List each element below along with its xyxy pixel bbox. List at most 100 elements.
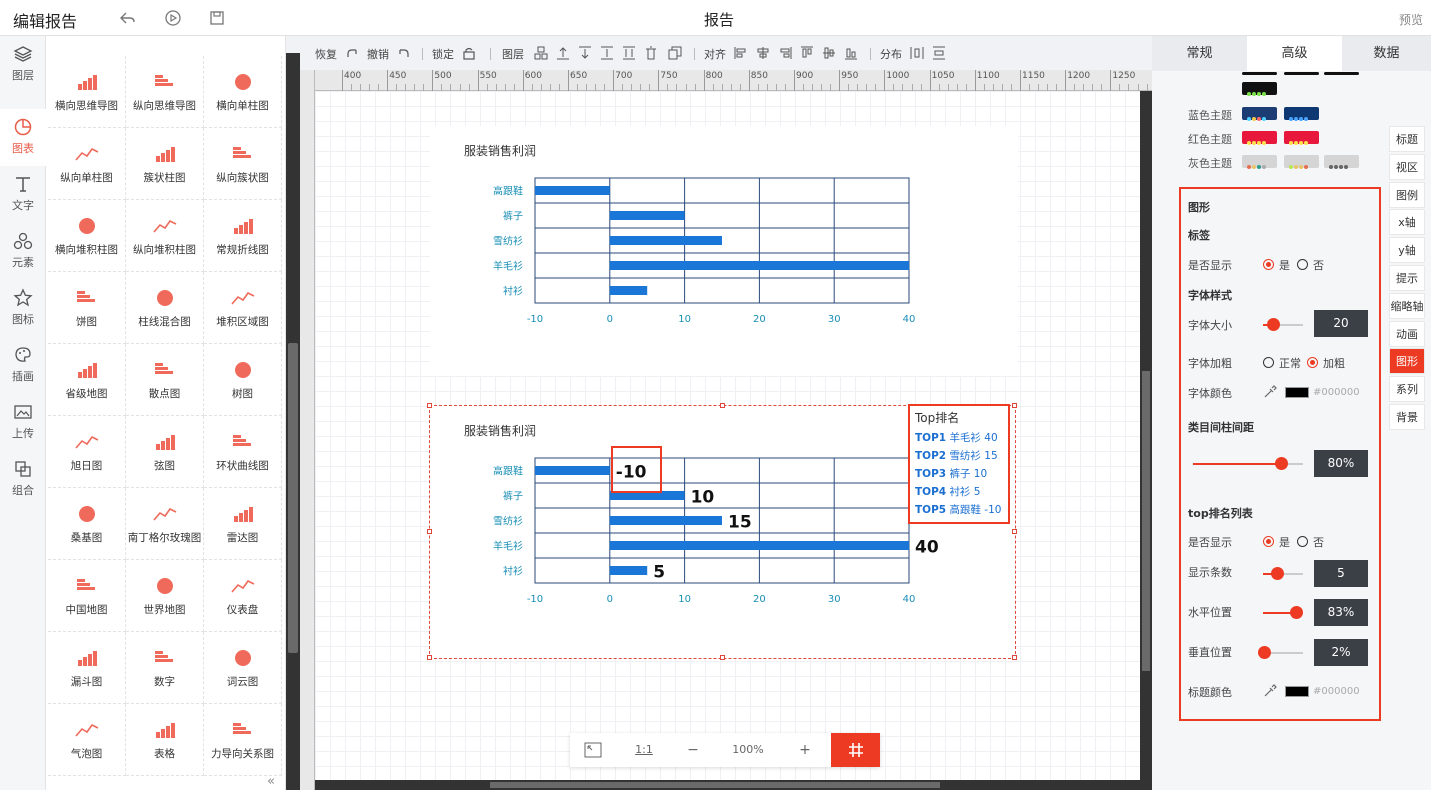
toplist-show-yes-radio[interactable]	[1263, 536, 1274, 547]
tab-general[interactable]: 常规	[1152, 36, 1247, 71]
gallery-item[interactable]: 柱线混合图	[126, 272, 204, 344]
font-size-value[interactable]: 20	[1314, 310, 1368, 337]
side-tab[interactable]: 视区	[1389, 153, 1425, 180]
collapse-icon[interactable]: «	[267, 774, 281, 789]
nav-upload[interactable]: 上传	[0, 394, 46, 451]
resize-handle[interactable]	[427, 529, 432, 534]
gallery-item[interactable]: 仪表盘	[204, 560, 282, 632]
preview-button[interactable]: 预览	[1399, 11, 1423, 28]
h-pos-value[interactable]: 83%	[1314, 599, 1368, 626]
nav-layers[interactable]: 图层	[0, 36, 46, 93]
align-button[interactable]: 对齐	[704, 46, 726, 62]
side-tab[interactable]: 图形	[1389, 348, 1425, 375]
distribute-v-icon[interactable]	[932, 46, 946, 60]
gallery-item[interactable]: 力导向关系图	[204, 704, 282, 776]
show-label-yes-radio[interactable]	[1263, 259, 1274, 270]
redo-icon[interactable]	[345, 46, 359, 60]
save-icon[interactable]	[208, 9, 226, 27]
gallery-item[interactable]: 旭日图	[48, 416, 126, 488]
gallery-scrollbar[interactable]	[286, 53, 300, 790]
h-pos-slider-knob[interactable]	[1290, 606, 1304, 619]
side-tab[interactable]: y轴	[1389, 237, 1425, 264]
theme-swatch-red[interactable]	[1242, 131, 1277, 145]
side-tab[interactable]: 标题	[1389, 126, 1425, 152]
distribute-button[interactable]: 分布	[880, 46, 902, 62]
align-bottom-edge-icon[interactable]	[844, 46, 858, 60]
gallery-item[interactable]: 词云图	[204, 632, 282, 704]
nav-icons[interactable]: 图标	[0, 280, 46, 337]
title-color-swatch[interactable]	[1285, 686, 1309, 697]
eyedropper-icon[interactable]	[1263, 684, 1277, 698]
gallery-item[interactable]: 漏斗图	[48, 632, 126, 704]
resize-handle[interactable]	[1012, 655, 1017, 660]
gallery-item[interactable]: 横向思维导图	[48, 56, 126, 128]
resize-handle[interactable]	[427, 403, 432, 408]
font-bold-radio[interactable]	[1307, 357, 1318, 368]
canvas-vscrollbar[interactable]	[1140, 91, 1152, 790]
theme-swatch-blue[interactable]	[1242, 107, 1277, 121]
theme-swatch-gray[interactable]	[1324, 155, 1359, 169]
side-tab[interactable]: 背景	[1389, 404, 1425, 430]
gallery-item[interactable]: 中国地图	[48, 560, 126, 632]
delete-icon[interactable]	[644, 46, 658, 60]
nav-charts[interactable]: 图表	[0, 109, 46, 166]
resize-handle[interactable]	[1012, 529, 1017, 534]
gallery-item[interactable]: 表格	[126, 704, 204, 776]
resize-handle[interactable]	[720, 655, 725, 660]
gallery-item[interactable]: 树图	[204, 344, 282, 416]
gallery-item[interactable]: 省级地图	[48, 344, 126, 416]
gallery-item[interactable]: 世界地图	[126, 560, 204, 632]
theme-swatch-blue[interactable]	[1284, 107, 1319, 121]
grid-toggle-button[interactable]	[831, 733, 880, 767]
canvas-hscrollbar[interactable]	[315, 780, 1140, 790]
gallery-item[interactable]: 雷达图	[204, 488, 282, 560]
eyedropper-icon[interactable]	[1263, 385, 1277, 399]
show-label-no-radio[interactable]	[1297, 259, 1308, 270]
chart-1[interactable]: 服装销售利润 -10 0 10 20 30 40 高跟鞋 裤子 雪纺衫 羊毛衫 衬衫	[430, 126, 1018, 376]
rows-count-slider-knob[interactable]	[1271, 567, 1284, 580]
side-tab[interactable]: 系列	[1389, 376, 1425, 403]
redo-button[interactable]: 恢复	[315, 46, 337, 62]
side-tab[interactable]: 图例	[1389, 181, 1425, 208]
zoom-in-button[interactable]: +	[790, 733, 820, 767]
side-tab[interactable]: 缩略轴	[1389, 292, 1425, 319]
gallery-item[interactable]: 纵向思维导图	[126, 56, 204, 128]
toplist-show-no-radio[interactable]	[1297, 536, 1308, 547]
align-right-icon[interactable]	[778, 46, 792, 60]
layer-bottom-icon[interactable]	[600, 46, 614, 60]
undo-button[interactable]: 撤销	[367, 46, 389, 62]
nav-text[interactable]: 文字	[0, 166, 46, 223]
distribute-h-icon[interactable]	[910, 46, 924, 60]
gallery-item[interactable]: 纵向簇状图	[204, 128, 282, 200]
rows-count-value[interactable]: 5	[1314, 560, 1368, 587]
gallery-item[interactable]: 纵向单柱图	[48, 128, 126, 200]
align-middle-icon[interactable]	[822, 46, 836, 60]
gallery-item[interactable]: 饼图	[48, 272, 126, 344]
theme-swatch-gray[interactable]	[1284, 155, 1319, 169]
theme-swatch-red[interactable]	[1284, 131, 1319, 145]
gallery-item[interactable]: 常规折线图	[204, 200, 282, 272]
gap-value[interactable]: 80%	[1314, 450, 1368, 477]
play-icon[interactable]	[164, 9, 182, 27]
gallery-item[interactable]: 数字	[126, 632, 204, 704]
theme-swatch-dark[interactable]	[1242, 82, 1277, 96]
align-left-icon[interactable]	[734, 46, 748, 60]
theme-swatch[interactable]	[1324, 72, 1359, 75]
copy-icon[interactable]	[668, 46, 682, 60]
gallery-item[interactable]: 横向单柱图	[204, 56, 282, 128]
align-bottom-icon[interactable]	[622, 46, 636, 60]
layer-top-icon[interactable]	[556, 46, 570, 60]
font-normal-radio[interactable]	[1263, 357, 1274, 368]
side-tab[interactable]: 提示	[1389, 265, 1425, 291]
gallery-item[interactable]: 纵向堆积柱图	[126, 200, 204, 272]
gallery-item[interactable]: 堆积区域图	[204, 272, 282, 344]
lock-icon[interactable]	[462, 46, 476, 60]
fit-screen-button[interactable]	[570, 733, 616, 767]
gap-slider[interactable]	[1193, 463, 1281, 465]
theme-swatch-gray[interactable]	[1242, 155, 1277, 169]
gallery-item[interactable]: 环状曲线图	[204, 416, 282, 488]
back-icon[interactable]	[118, 9, 136, 27]
side-tab[interactable]: x轴	[1389, 209, 1425, 236]
zoom-out-button[interactable]: −	[678, 733, 708, 767]
gallery-item[interactable]: 横向堆积柱图	[48, 200, 126, 272]
